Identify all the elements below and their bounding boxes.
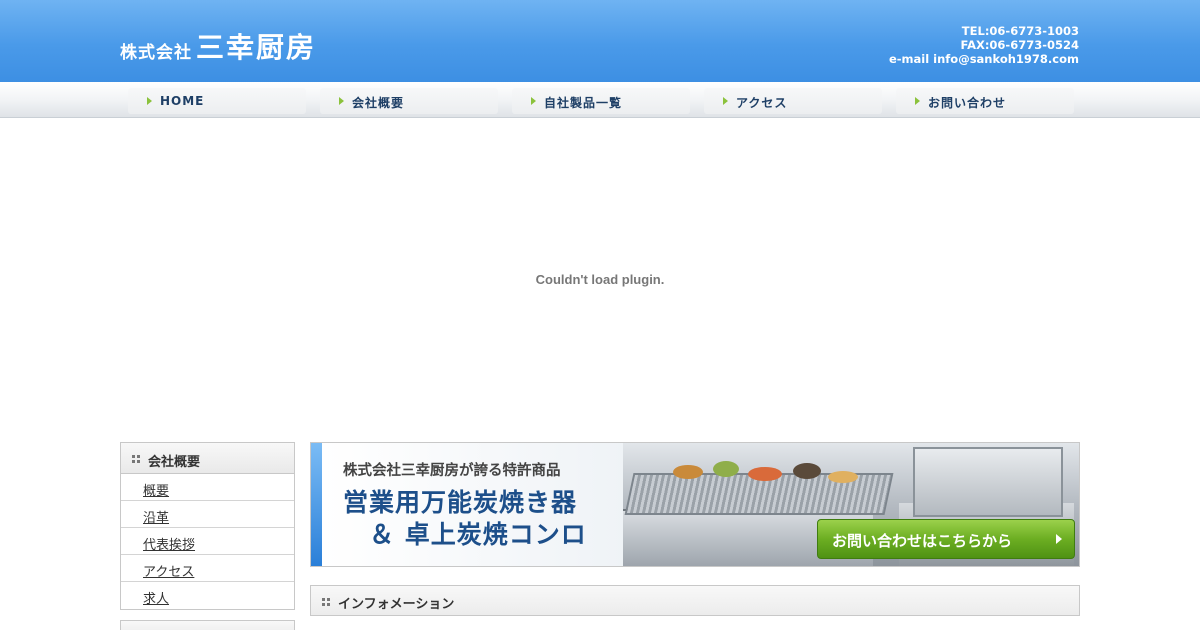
sidebar-link-greeting[interactable]: 代表挨拶 bbox=[143, 534, 195, 553]
food-item bbox=[713, 461, 739, 477]
information-title: インフォメーション bbox=[338, 597, 455, 612]
logo-name: 三幸厨房 bbox=[196, 31, 317, 64]
triangle-right-icon bbox=[339, 97, 344, 105]
contact-tel: TEL:06-6773-1003 bbox=[961, 24, 1079, 38]
sidebar-company: 会社概要 概要 沿革 代表挨拶 アクセス 求人 bbox=[120, 442, 295, 610]
grid-icon bbox=[132, 455, 140, 463]
sidebar-item-history: 沿革 bbox=[121, 501, 294, 528]
food-item bbox=[793, 463, 821, 479]
logo-prefix: 株式会社 bbox=[120, 43, 192, 63]
contact-cta-button[interactable]: お問い合わせはこちらから bbox=[817, 519, 1075, 559]
main-nav: HOME 会社概要 自社製品一覧 アクセス お問い合わせ bbox=[0, 82, 1200, 118]
contact-info: TEL:06-6773-1003 FAX:06-6773-0524 e-mail… bbox=[889, 24, 1079, 66]
nav-products[interactable]: 自社製品一覧 bbox=[512, 88, 690, 114]
sidebar-link-access[interactable]: アクセス bbox=[143, 561, 194, 580]
sidebar-item-recruit: 求人 bbox=[121, 582, 294, 609]
sidebar-title: 会社概要 bbox=[148, 455, 201, 470]
nav-company[interactable]: 会社概要 bbox=[320, 88, 498, 114]
sidebar-link-overview[interactable]: 概要 bbox=[143, 480, 169, 499]
food-item bbox=[828, 471, 858, 483]
contact-email: e-mail info@sankoh1978.com bbox=[888, 52, 1079, 66]
product-banner[interactable]: 株式会社三幸厨房が誇る特許商品 営業用万能炭焼き器 ＆ 卓上炭焼コンロ お問い合… bbox=[310, 442, 1080, 567]
nav-contact[interactable]: お問い合わせ bbox=[896, 88, 1074, 114]
tabletop-stove bbox=[913, 447, 1063, 517]
nav-company-label: 会社概要 bbox=[352, 96, 405, 110]
nav-access[interactable]: アクセス bbox=[704, 88, 882, 114]
banner-accent-stripe bbox=[311, 443, 322, 566]
nav-home-label: HOME bbox=[160, 94, 205, 108]
sidebar-header: 会社概要 bbox=[121, 443, 294, 474]
sidebar-link-recruit[interactable]: 求人 bbox=[143, 588, 169, 607]
triangle-right-icon bbox=[915, 97, 920, 105]
banner-subtitle: 株式会社三幸厨房が誇る特許商品 bbox=[343, 463, 561, 479]
information-header: インフォメーション bbox=[310, 585, 1080, 616]
triangle-right-icon bbox=[723, 97, 728, 105]
sidebar-item-greeting: 代表挨拶 bbox=[121, 528, 294, 555]
sidebar-link-history[interactable]: 沿革 bbox=[143, 507, 169, 526]
contact-fax: FAX:06-6773-0524 bbox=[960, 38, 1079, 52]
sidebar-item-access: アクセス bbox=[121, 555, 294, 582]
nav-access-label: アクセス bbox=[736, 96, 788, 110]
nav-contact-label: お問い合わせ bbox=[928, 96, 1007, 110]
banner-title-line2: ＆ 卓上炭焼コンロ bbox=[369, 520, 587, 549]
sidebar-next-section bbox=[120, 620, 295, 630]
nav-products-label: 自社製品一覧 bbox=[544, 96, 623, 110]
food-item bbox=[673, 465, 703, 479]
grid-icon bbox=[322, 598, 330, 606]
food-item bbox=[748, 467, 782, 481]
nav-home[interactable]: HOME bbox=[128, 88, 306, 114]
plugin-error-message: Couldn't load plugin. bbox=[535, 272, 665, 287]
triangle-right-icon bbox=[531, 97, 536, 105]
sidebar-item-overview: 概要 bbox=[121, 474, 294, 501]
triangle-right-icon bbox=[147, 97, 152, 105]
banner-title-line1: 営業用万能炭焼き器 bbox=[343, 488, 578, 517]
site-header: 株式会社 三幸厨房 TEL:06-6773-1003 FAX:06-6773-0… bbox=[0, 0, 1200, 82]
triangle-right-icon bbox=[1056, 534, 1062, 544]
cta-label: お問い合わせはこちらから bbox=[832, 532, 1013, 550]
